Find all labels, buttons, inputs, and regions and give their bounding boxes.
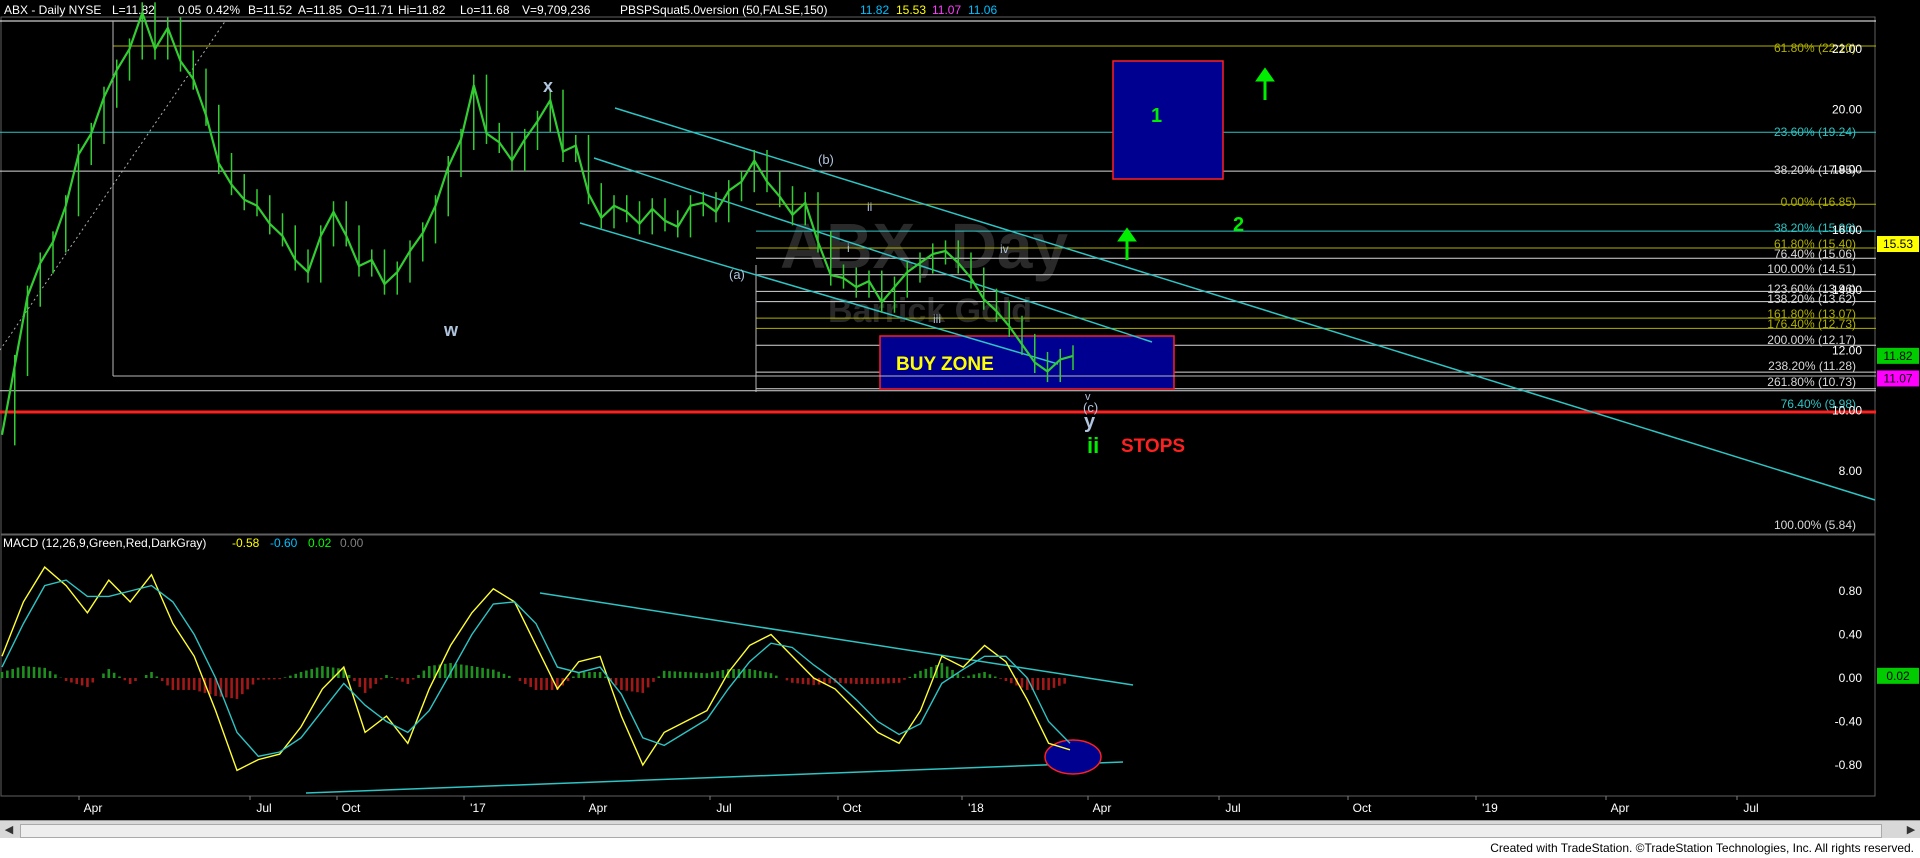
price-axis-tick: 20.00 — [1832, 102, 1862, 116]
scroll-left-icon[interactable]: ◀ — [2, 823, 16, 837]
header-pct: 0.42% — [206, 3, 240, 17]
price-tag-text: 15.53 — [1883, 237, 1913, 251]
label-2: 2 — [1233, 214, 1244, 236]
wave-ii-green-label: ii — [1087, 433, 1099, 458]
price-axis-tick: 8.00 — [1839, 464, 1863, 478]
header-study: PBSPSquat5.0version (50,FALSE,150) — [620, 3, 827, 17]
wave-iii-label: iii — [933, 312, 941, 326]
date-axis-tick: Apr — [1093, 801, 1112, 815]
header-val-2: 15.53 — [896, 3, 926, 17]
fib-level-label: 261.80% (10.73) — [1767, 375, 1856, 389]
macd-axis-tick: 0.40 — [1839, 628, 1863, 642]
date-axis-tick: Apr — [589, 801, 608, 815]
scroll-right-icon[interactable]: ▶ — [1904, 823, 1918, 837]
header-last: L=11.82 — [112, 3, 155, 17]
date-axis-tick: Jul — [256, 801, 271, 815]
wave-v-label: v — [1085, 391, 1091, 403]
date-axis-tick: Apr — [84, 801, 103, 815]
fib-level-label: 100.00% (5.84) — [1774, 518, 1856, 532]
price-axis-tick: 12.00 — [1832, 343, 1862, 357]
header-val-1: 11.82 — [860, 3, 889, 17]
header-hi: Hi=11.82 — [398, 3, 446, 17]
macd-signal-line — [1, 579, 1071, 758]
header-val-3: 11.07 — [932, 3, 961, 17]
header-open: O=11.71 — [348, 3, 394, 17]
macd-axis-tick: -0.40 — [1835, 715, 1863, 729]
target-box-1 — [1112, 60, 1224, 180]
macd-trendline-lower — [305, 761, 1124, 794]
macd-axis-tick: 0.00 — [1839, 671, 1863, 685]
header-lo: Lo=11.68 — [460, 3, 510, 17]
box-label-1: 1 — [1151, 105, 1162, 127]
date-axis-tick: Apr — [1611, 801, 1630, 815]
stops-label: STOPS — [1121, 436, 1185, 457]
macd-series-line — [1, 566, 1071, 772]
macd-axis-tick: -0.80 — [1835, 758, 1863, 772]
macd-header-val-1: -0.58 — [232, 536, 260, 550]
price-axis-tick: 10.00 — [1832, 404, 1862, 418]
wave-ii-label: ii — [867, 200, 872, 214]
macd-header-val-4: 0.00 — [340, 536, 364, 550]
fib-level-label: 23.60% (19.24) — [1774, 125, 1856, 139]
wave-w-label: w — [443, 320, 459, 340]
footer-copyright: Created with TradeStation. ©TradeStation… — [1490, 841, 1914, 855]
fib-level-label: 238.20% (11.28) — [1768, 359, 1856, 373]
scrollbar-thumb[interactable] — [20, 824, 1882, 838]
wave-iv-label: iv — [1000, 242, 1009, 256]
fib-level-label: 100.00% (14.51) — [1767, 262, 1856, 276]
date-axis-tick: Jul — [716, 801, 731, 815]
header-val-4: 11.06 — [968, 3, 997, 17]
wave-i-label: i — [847, 241, 850, 255]
macd-header-val-2: -0.60 — [270, 536, 298, 550]
wave-b-label: (b) — [818, 152, 834, 167]
header-ask: A=11.85 — [298, 3, 342, 17]
price-axis-tick: 16.00 — [1832, 223, 1862, 237]
buy-zone-label: BUY ZONE — [896, 354, 994, 375]
date-axis-tick: Oct — [1353, 801, 1372, 815]
price-axis-tick: 18.00 — [1832, 163, 1862, 177]
date-axis-tick: Oct — [843, 801, 862, 815]
header-bid: B=11.52 — [248, 3, 292, 17]
chart-canvas: ABX - Daily NYSE L=11.82 0.05 0.42% B=11… — [0, 2, 1919, 815]
date-axis-tick: '18 — [968, 801, 984, 815]
horizontal-scrollbar[interactable]: ◀ ▶ — [0, 820, 1920, 839]
arrow-up-icon — [1255, 67, 1275, 100]
fib-level-label: 176.40% (12.73) — [1767, 317, 1856, 331]
price-axis-tick: 22.00 — [1832, 42, 1862, 56]
footer-bar: Created with TradeStation. ©TradeStation… — [0, 838, 1920, 858]
price-tag-text: 11.82 — [1883, 349, 1912, 363]
macd-current-tag-text: 0.02 — [1886, 669, 1910, 683]
header-change: 0.05 — [178, 3, 202, 17]
macd-header-val-3: 0.02 — [308, 536, 332, 550]
header-vol: V=9,709,236 — [522, 3, 591, 17]
macd-header-label: MACD (12,26,9,Green,Red,DarkGray) — [3, 536, 206, 550]
channel-upper — [614, 107, 1876, 501]
macd-trendline-upper — [539, 592, 1134, 686]
date-axis-tick: '17 — [470, 801, 486, 815]
watermark-name: Barrick Gold — [828, 292, 1032, 330]
fib-level-label: 0.00% (16.85) — [1781, 195, 1856, 209]
watermark-symbol: ABX, Day — [780, 210, 1069, 282]
price-tag-text: 11.07 — [1883, 371, 1912, 385]
date-axis-tick: Jul — [1743, 801, 1758, 815]
macd-axis-tick: 0.80 — [1839, 584, 1863, 598]
arrow-up-icon — [1117, 227, 1137, 260]
date-axis-tick: Jul — [1225, 801, 1240, 815]
wave-a-label: (a) — [729, 267, 745, 282]
date-axis-tick: '19 — [1482, 801, 1498, 815]
price-axis-tick: 14.00 — [1832, 283, 1862, 297]
header-symbol: ABX - Daily NYSE — [4, 3, 101, 17]
wave-x-label: x — [543, 76, 553, 96]
fib-level-label: 76.40% (15.06) — [1774, 247, 1856, 261]
date-axis-tick: Oct — [342, 801, 361, 815]
